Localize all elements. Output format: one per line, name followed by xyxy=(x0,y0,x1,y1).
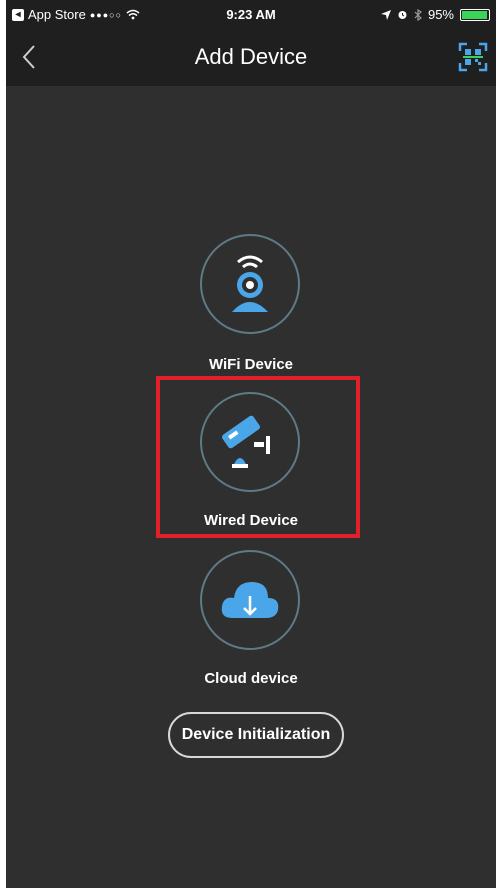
battery-icon xyxy=(460,8,490,21)
app-screen: ◂ App Store ●●●○○ 9:23 AM 95% Add Device… xyxy=(6,0,496,888)
wifi-device-label: WiFi Device xyxy=(208,356,294,373)
battery-fill xyxy=(462,10,487,19)
page-title: Add Device xyxy=(194,44,308,69)
alarm-icon xyxy=(398,11,407,19)
wired-device-button[interactable] xyxy=(200,392,300,492)
location-arrow-icon xyxy=(380,9,391,20)
wifi-camera-icon xyxy=(232,255,268,312)
cloud-device-button[interactable] xyxy=(200,550,300,650)
cloud-download-icon xyxy=(221,582,279,618)
bluetooth-icon xyxy=(414,8,422,21)
qr-scan-icon xyxy=(458,42,488,72)
wifi-device-button[interactable] xyxy=(200,234,300,334)
nav-bar: Add Device xyxy=(6,28,496,86)
status-right: 95% xyxy=(380,7,490,22)
scan-button[interactable] xyxy=(458,42,488,72)
status-bar: ◂ App Store ●●●○○ 9:23 AM 95% xyxy=(6,0,496,28)
device-initialization-button[interactable]: Device Initialization xyxy=(168,712,344,758)
wired-device-label: Wired Device xyxy=(203,512,299,529)
cloud-device-label: Cloud device xyxy=(204,670,298,687)
battery-percent: 95% xyxy=(427,7,454,22)
wired-camera-icon xyxy=(222,415,270,468)
